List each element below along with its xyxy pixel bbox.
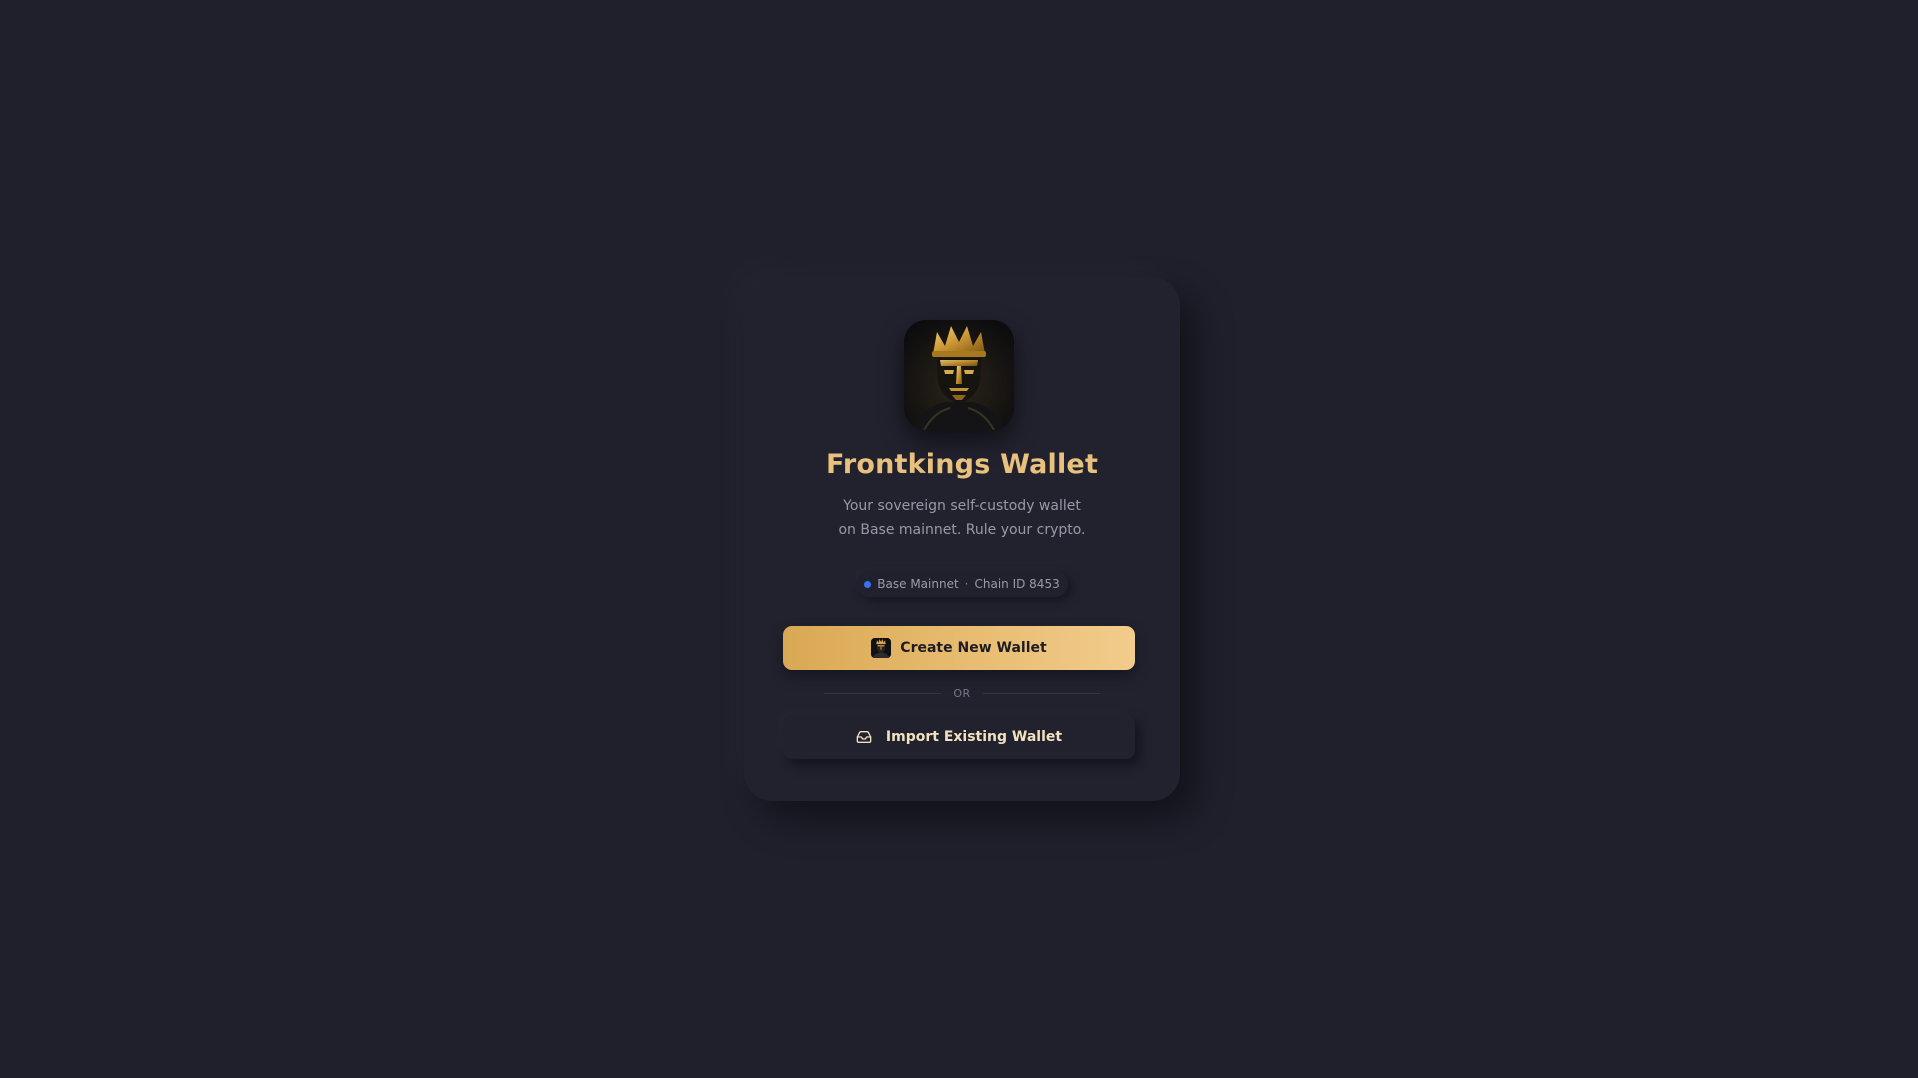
divider-line-right: [982, 692, 1100, 694]
or-label: OR: [953, 686, 971, 700]
network-name: Base Mainnet: [877, 577, 959, 591]
app-title: Frontkings Wallet: [825, 449, 1099, 480]
divider-line-left: [824, 692, 942, 694]
create-new-wallet-label: Create New Wallet: [900, 640, 1047, 656]
network-status-dot-icon: [864, 580, 872, 588]
import-existing-wallet-button[interactable]: Import Existing Wallet: [783, 715, 1135, 759]
create-new-wallet-button[interactable]: Create New Wallet: [783, 626, 1135, 670]
app-logo-crowned-mask-icon: [904, 320, 1014, 430]
subtitle-line-1: Your sovereign self-custody wallet: [843, 498, 1081, 514]
subtitle-line-2: on Base mainnet. Rule your crypto.: [838, 522, 1086, 538]
or-divider: OR: [824, 685, 1100, 701]
app-subtitle: Your sovereign self-custody wallet on Ba…: [804, 494, 1120, 542]
network-badge: Base Mainnet · Chain ID 8453: [856, 571, 1068, 597]
onboarding-card: Frontkings Wallet Your sovereign self-cu…: [744, 277, 1180, 801]
crowned-mask-icon: [871, 638, 892, 658]
chain-id: Chain ID 8453: [974, 577, 1060, 591]
network-separator: ·: [964, 577, 969, 591]
inbox-icon: [856, 731, 872, 743]
import-existing-wallet-label: Import Existing Wallet: [885, 729, 1063, 745]
